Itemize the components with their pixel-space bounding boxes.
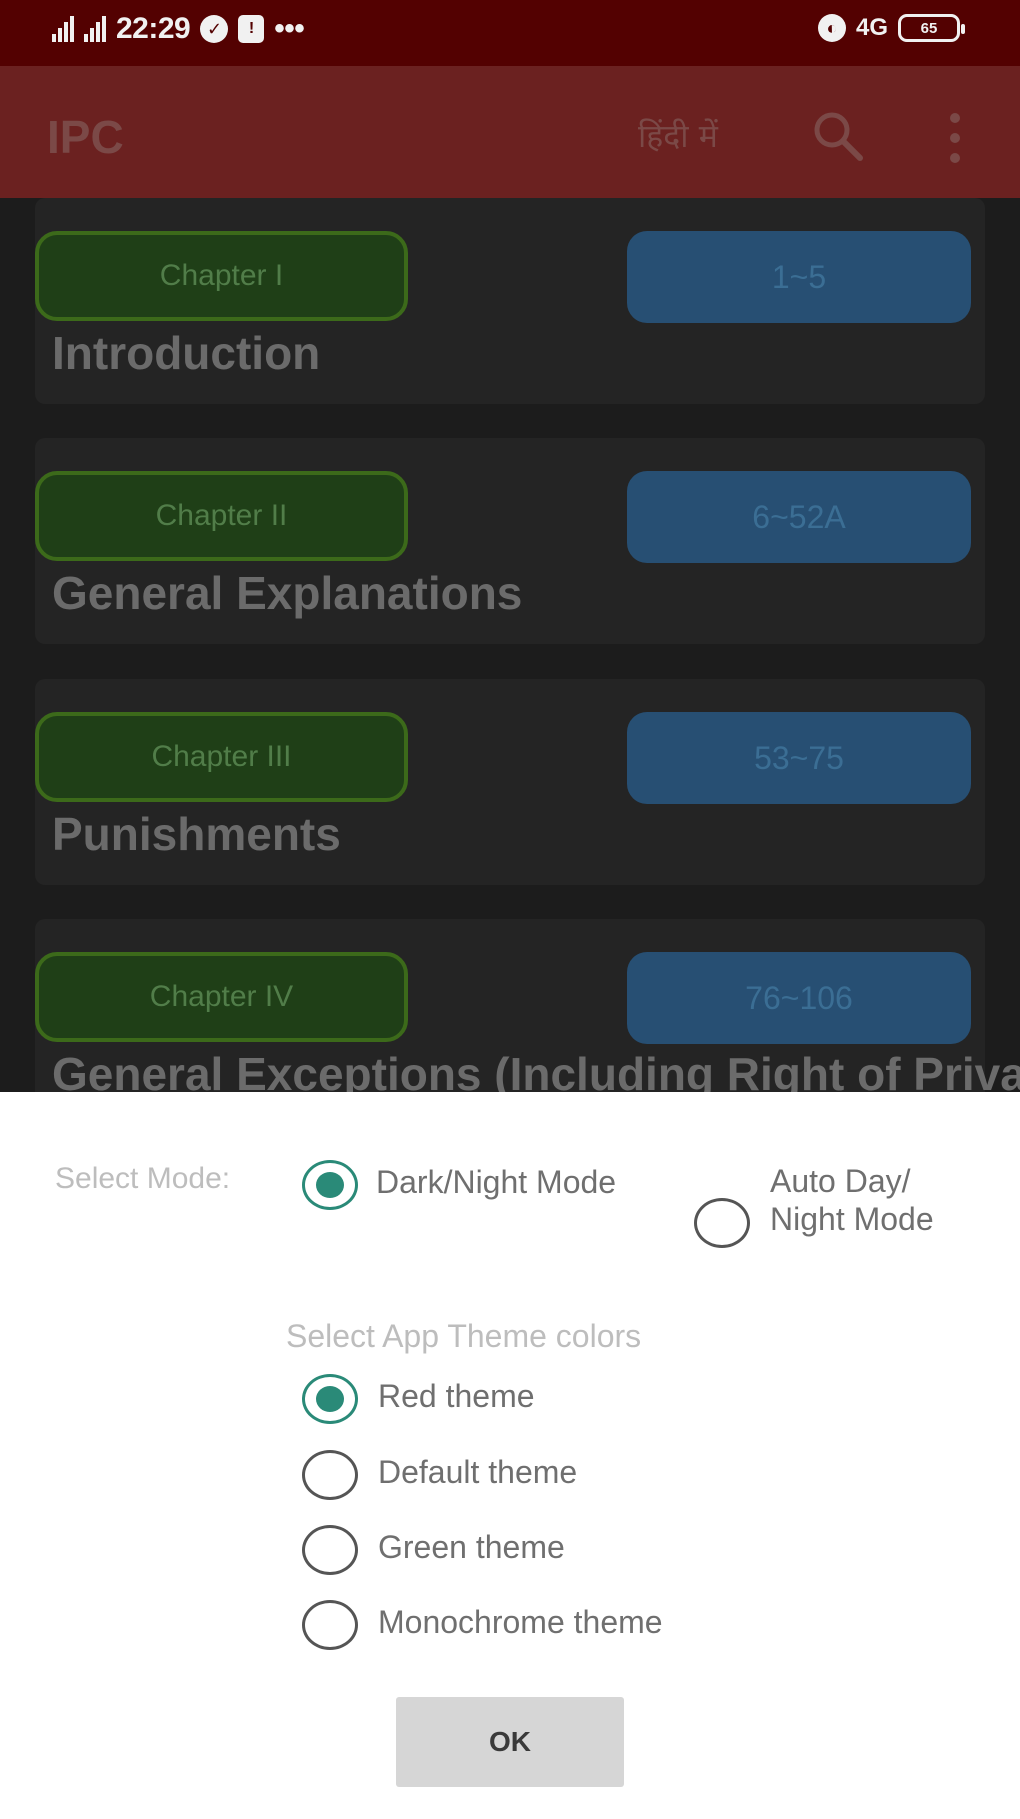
chapter-card[interactable]: Chapter II 6~52A General Explanations xyxy=(35,438,985,644)
app-title: IPC xyxy=(47,111,124,163)
dark-mode-label[interactable]: Dark/Night Mode xyxy=(376,1164,616,1201)
alarm-icon: ◐ xyxy=(817,14,846,42)
search-icon[interactable] xyxy=(808,106,868,166)
red-theme-radio[interactable] xyxy=(302,1374,358,1424)
chapter-button[interactable]: Chapter III xyxy=(35,712,408,802)
sync-icon: ✓ xyxy=(200,15,229,43)
section-range-button[interactable]: 76~106 xyxy=(627,952,971,1044)
theme-settings-dialog: Select Mode: Dark/Night Mode Auto Day/ N… xyxy=(0,1092,1020,1819)
chapter-card[interactable]: Chapter IV 76~106 General Exceptions (In… xyxy=(35,919,1020,1092)
signal-icon xyxy=(52,16,74,42)
ok-button[interactable]: OK xyxy=(396,1697,624,1787)
chapter-card[interactable]: Chapter III 53~75 Punishments xyxy=(35,679,985,885)
green-theme-label[interactable]: Green theme xyxy=(378,1529,565,1566)
monochrome-theme-radio[interactable] xyxy=(302,1600,358,1650)
section-range-button[interactable]: 1~5 xyxy=(627,231,971,323)
chapter-card[interactable]: Chapter I 1~5 Introduction xyxy=(35,198,985,404)
chapter-button[interactable]: Chapter II xyxy=(35,471,408,561)
default-theme-label[interactable]: Default theme xyxy=(378,1454,577,1491)
green-theme-radio[interactable] xyxy=(302,1525,358,1575)
chapter-button[interactable]: Chapter IV xyxy=(35,952,408,1042)
section-range-button[interactable]: 53~75 xyxy=(627,712,971,804)
theme-colors-heading: Select App Theme colors xyxy=(286,1318,642,1354)
battery-level: 65 xyxy=(920,19,938,37)
network-type: 4G xyxy=(855,14,888,41)
chapter-button[interactable]: Chapter I xyxy=(35,231,408,321)
chapter-title[interactable]: General Exceptions (Including Right of P… xyxy=(52,1047,1020,1092)
chapter-title[interactable]: Punishments xyxy=(52,807,341,861)
more-vert-icon[interactable] xyxy=(940,108,970,168)
status-time: 22:29 xyxy=(116,12,191,45)
red-theme-label[interactable]: Red theme xyxy=(378,1378,535,1415)
status-right: ◐ 4G 65 xyxy=(817,14,965,42)
notification-icon: ! xyxy=(238,15,265,43)
auto-mode-radio[interactable] xyxy=(694,1198,750,1248)
select-mode-label: Select Mode: xyxy=(55,1162,231,1195)
default-theme-radio[interactable] xyxy=(302,1450,358,1500)
battery-icon: 65 xyxy=(898,14,965,42)
auto-mode-label[interactable]: Auto Day/ Night Mode xyxy=(770,1162,960,1254)
dark-mode-radio[interactable] xyxy=(302,1160,358,1210)
section-range-button[interactable]: 6~52A xyxy=(627,471,971,563)
status-left: 22:29 ✓ ! ••• xyxy=(52,12,305,46)
chapter-title[interactable]: Introduction xyxy=(52,326,320,380)
more-notifications: ••• xyxy=(274,12,305,45)
language-toggle[interactable]: हिंदी में xyxy=(638,114,718,157)
chapter-list: Chapter I 1~5 Introduction Chapter II 6~… xyxy=(0,198,1020,1092)
app-toolbar: IPC हिंदी में xyxy=(0,66,1020,198)
status-bar: 22:29 ✓ ! ••• ◐ 4G 65 xyxy=(0,0,1020,66)
monochrome-theme-label[interactable]: Monochrome theme xyxy=(378,1604,663,1641)
chapter-title[interactable]: General Explanations xyxy=(52,566,522,620)
signal-icon-2 xyxy=(84,16,106,42)
